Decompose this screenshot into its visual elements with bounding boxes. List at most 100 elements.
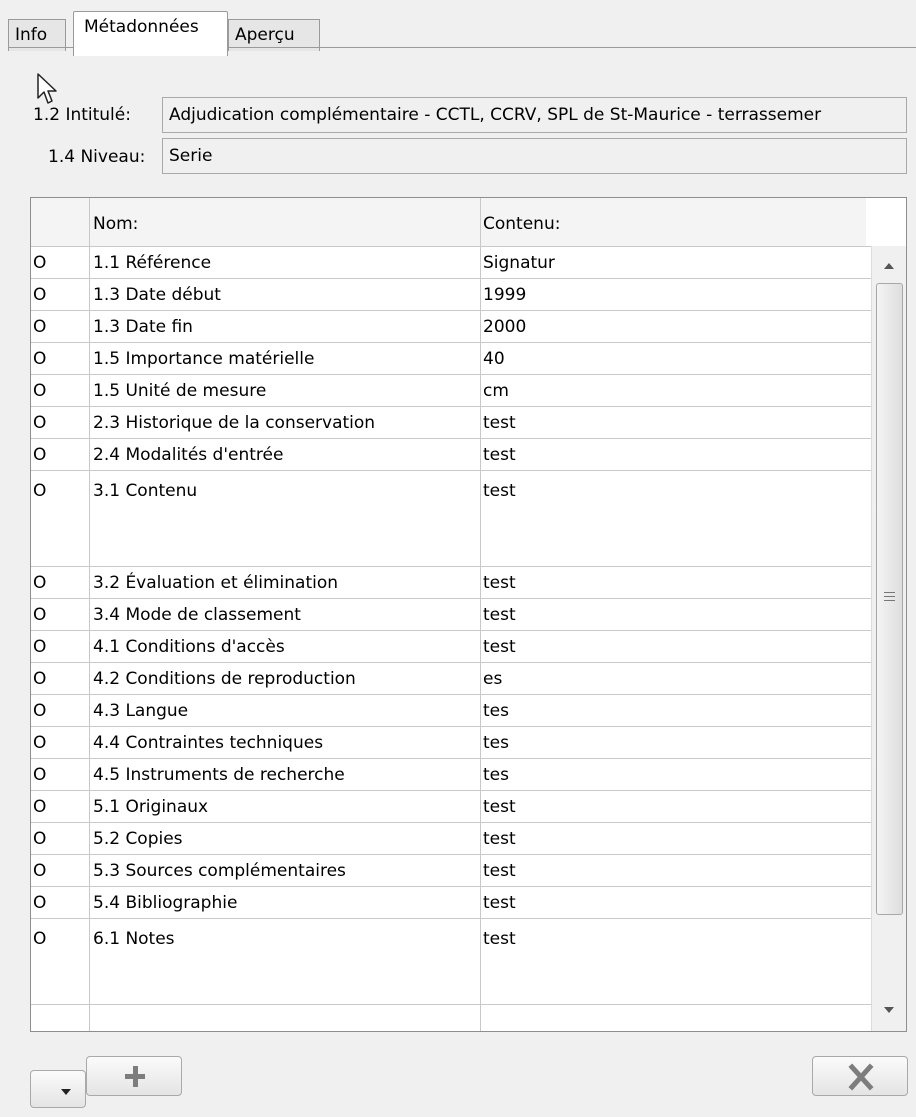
grip-line [884, 600, 895, 601]
row-mark: O [33, 733, 47, 753]
row-mark: O [33, 253, 47, 273]
table-row[interactable]: O 3.2 Évaluation et élimination test [31, 566, 871, 598]
table-row[interactable]: O 2.4 Modalités d'entrée test [31, 438, 871, 470]
grip-line [884, 592, 895, 593]
table-row[interactable]: O 3.4 Mode de classement test [31, 598, 871, 630]
row-mark: O [33, 413, 47, 433]
table-row[interactable]: O 1.1 Référence Signatur [31, 246, 871, 278]
row-name: 4.5 Instruments de recherche [93, 765, 345, 785]
table-row[interactable]: O 6.1 Notes test [31, 918, 871, 1004]
table-row[interactable]: O 1.5 Unité de mesure cm [31, 374, 871, 406]
row-name: 2.3 Historique de la conservation [93, 413, 376, 433]
row-value: test [483, 637, 516, 657]
row-value: tes [483, 733, 509, 753]
row-name: 3.2 Évaluation et élimination [93, 573, 339, 593]
row-mark: O [33, 669, 47, 689]
row-mark: O [33, 317, 47, 337]
row-name: 1.3 Date fin [93, 317, 193, 337]
tab-bar: Info Métadonnées Aperçu [8, 8, 916, 56]
table-row-divider [31, 1004, 871, 1005]
row-name: 4.3 Langue [93, 701, 189, 721]
row-value: es [483, 669, 503, 689]
scroll-up-icon[interactable] [884, 263, 894, 269]
row-mark: O [33, 861, 47, 881]
table-row[interactable]: O 5.4 Bibliographie test [31, 886, 871, 918]
intitule-field[interactable]: Adjudication complémentaire - CCTL, CCRV… [162, 97, 907, 133]
table-row[interactable]: O 1.3 Date fin 2000 [31, 310, 871, 342]
row-name: 5.2 Copies [93, 829, 183, 849]
tab-metadonnees[interactable]: Métadonnées [73, 11, 228, 56]
add-button[interactable] [86, 1056, 182, 1096]
row-value: tes [483, 701, 509, 721]
row-name: 4.1 Conditions d'accès [93, 637, 285, 657]
row-name: 3.4 Mode de classement [93, 605, 301, 625]
row-name: 4.2 Conditions de reproduction [93, 669, 356, 689]
dropdown-button[interactable] [30, 1070, 86, 1108]
row-value: tes [483, 765, 509, 785]
row-mark: O [33, 445, 47, 465]
table-row[interactable]: O 1.5 Importance matérielle 40 [31, 342, 871, 374]
row-value: test [483, 893, 516, 913]
table-row[interactable]: O 5.2 Copies test [31, 822, 871, 854]
row-mark: O [33, 481, 47, 501]
row-name: 1.1 Référence [93, 253, 212, 273]
row-name: 6.1 Notes [93, 929, 175, 949]
niveau-label: 1.4 Niveau: [48, 147, 146, 167]
close-icon [848, 1063, 874, 1091]
row-name: 1.3 Date début [93, 285, 221, 305]
row-value: cm [483, 381, 509, 401]
table-row[interactable]: O 4.1 Conditions d'accès test [31, 630, 871, 662]
plus-icon [133, 1066, 138, 1087]
row-mark: O [33, 829, 47, 849]
table-header: Nom: Contenu: [31, 198, 866, 246]
row-mark: O [33, 893, 47, 913]
row-name: 4.4 Contraintes techniques [93, 733, 324, 753]
chevron-down-icon [61, 1089, 71, 1095]
vertical-scrollbar[interactable] [871, 246, 906, 1031]
row-value: test [483, 929, 516, 949]
row-value: test [483, 605, 516, 625]
table-row[interactable]: O 3.1 Contenu test [31, 470, 871, 566]
row-value: test [483, 573, 516, 593]
intitule-label: 1.2 Intitulé: [33, 105, 131, 125]
scroll-down-icon[interactable] [884, 1007, 894, 1013]
row-mark: O [33, 929, 47, 949]
row-value: test [483, 481, 516, 501]
grip-line [884, 596, 895, 597]
table-row[interactable]: O 1.3 Date début 1999 [31, 278, 871, 310]
table-row[interactable]: O 4.4 Contraintes techniques tes [31, 726, 871, 758]
column-header-contenu[interactable]: Contenu: [483, 198, 560, 246]
row-value: 2000 [483, 317, 527, 337]
row-name: 5.3 Sources complémentaires [93, 861, 346, 881]
table-row[interactable]: O 5.3 Sources complémentaires test [31, 854, 871, 886]
row-value: test [483, 861, 516, 881]
niveau-field[interactable]: Serie [162, 138, 907, 174]
table-row[interactable]: O 5.1 Originaux test [31, 790, 871, 822]
row-name: 5.4 Bibliographie [93, 893, 238, 913]
row-mark: O [33, 701, 47, 721]
row-value: 1999 [483, 285, 527, 305]
table-row[interactable]: O 4.2 Conditions de reproduction es [31, 662, 871, 694]
column-header-nom[interactable]: Nom: [93, 198, 138, 246]
row-mark: O [33, 765, 47, 785]
table-row[interactable]: O 4.5 Instruments de recherche tes [31, 758, 871, 790]
table-row[interactable]: O 4.3 Langue tes [31, 694, 871, 726]
row-mark: O [33, 381, 47, 401]
table-row[interactable]: O 2.3 Historique de la conservation test [31, 406, 871, 438]
row-mark: O [33, 605, 47, 625]
row-mark: O [33, 285, 47, 305]
scrollbar-thumb[interactable] [876, 283, 903, 915]
row-mark: O [33, 637, 47, 657]
row-value: test [483, 797, 516, 817]
row-name: 1.5 Unité de mesure [93, 381, 267, 401]
row-name: 1.5 Importance matérielle [93, 349, 315, 369]
row-value: test [483, 445, 516, 465]
mouse-pointer-icon [37, 73, 57, 104]
row-value: Signatur [483, 253, 555, 273]
metadata-table: Nom: Contenu: O 1.1 Référence Signatur O 1.3… [30, 197, 907, 1032]
row-value: test [483, 829, 516, 849]
row-value: test [483, 413, 516, 433]
delete-button[interactable] [812, 1056, 908, 1096]
row-value: 40 [483, 349, 505, 369]
row-name: 2.4 Modalités d'entrée [93, 445, 284, 465]
